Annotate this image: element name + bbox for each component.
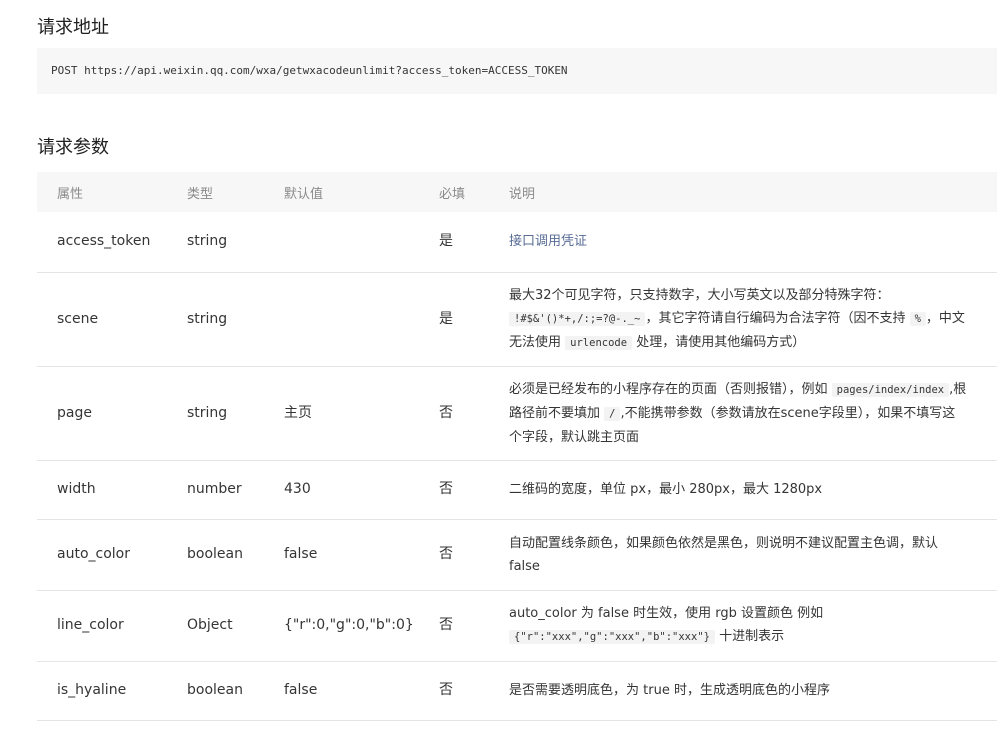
table-row: is_hyaline boolean false 否 是否需要透明底色，为 tr… bbox=[37, 661, 997, 721]
header-attribute: 属性 bbox=[57, 186, 84, 202]
cell-description: 自动配置线条颜色，如果颜色依然是黑色，则说明不建议配置主色调，默认 false bbox=[489, 519, 997, 591]
cell-required: 是 bbox=[419, 212, 489, 273]
header-type: 类型 bbox=[187, 186, 214, 202]
cell-type: string bbox=[167, 212, 264, 273]
cell-description: 最大32个可见字符，只支持数字，大小写英文以及部分特殊字符： !#$&'()*+… bbox=[489, 272, 997, 367]
cell-name: access_token bbox=[37, 212, 167, 273]
table-row: page string 主页 否 必须是已经发布的小程序存在的页面（否则报错），… bbox=[37, 366, 997, 461]
desc-text: 十进制表示 bbox=[719, 629, 785, 644]
header-description: 说明 bbox=[509, 186, 536, 202]
cell-required: 否 bbox=[419, 590, 489, 662]
request-url-code-block: POST https://api.weixin.qq.com/wxa/getwx… bbox=[37, 48, 997, 94]
cell-name: width bbox=[37, 460, 167, 520]
cell-name: line_color bbox=[37, 590, 167, 662]
table-row: access_token string 是 接口调用凭证 bbox=[37, 212, 997, 273]
cell-description: 是否需要透明底色，为 true 时，生成透明底色的小程序 bbox=[489, 661, 997, 721]
table-row: width number 430 否 二维码的宽度，单位 px，最小 280px… bbox=[37, 460, 997, 520]
cell-required: 否 bbox=[419, 519, 489, 591]
desc-text: 必须是已经发布的小程序存在的页面（否则报错），例如 bbox=[509, 381, 828, 397]
desc-text: 最大32个可见字符，只支持数字，大小写英文以及部分特殊字符： bbox=[509, 287, 890, 303]
cell-description: 二维码的宽度，单位 px，最小 280px，最大 1280px bbox=[489, 460, 997, 520]
desc-text: ，其它字符请自行编码为合法字符（因不支持 bbox=[645, 310, 906, 326]
cell-required: 否 bbox=[419, 366, 489, 461]
cell-type: number bbox=[167, 460, 264, 520]
cell-default: {"r":0,"g":0,"b":0} bbox=[264, 590, 419, 662]
inline-code: !#$&'()*+,/:;=?@-._~ bbox=[509, 311, 646, 326]
inline-code: / bbox=[604, 406, 621, 421]
cell-type: Object bbox=[167, 590, 264, 662]
access-token-link[interactable]: 接口调用凭证 bbox=[509, 234, 587, 249]
header-default: 默认值 bbox=[284, 186, 324, 202]
cell-default: false bbox=[264, 519, 419, 591]
cell-name: scene bbox=[37, 272, 167, 367]
desc-text: 处理，请使用其他编码方式） bbox=[636, 334, 806, 350]
cell-default: 主页 bbox=[264, 366, 419, 461]
cell-default: 430 bbox=[264, 460, 419, 520]
cell-default bbox=[264, 212, 419, 273]
cell-type: string bbox=[167, 272, 264, 367]
cell-required: 否 bbox=[419, 661, 489, 721]
desc-text: auto_color 为 false 时生效，使用 rgb 设置颜色 例如 bbox=[509, 606, 824, 621]
table-row: line_color Object {"r":0,"g":0,"b":0} 否 … bbox=[37, 590, 997, 662]
cell-name: page bbox=[37, 366, 167, 461]
section-heading-request-url: 请求地址 bbox=[37, 17, 109, 38]
cell-name: is_hyaline bbox=[37, 661, 167, 721]
cell-required: 是 bbox=[419, 272, 489, 367]
params-table: 属性 类型 默认值 必填 说明 access_token string 是 接口… bbox=[37, 172, 997, 721]
cell-description: 必须是已经发布的小程序存在的页面（否则报错），例如 pages/index/in… bbox=[489, 366, 997, 461]
cell-type: boolean bbox=[167, 661, 264, 721]
table-row: scene string 是 最大32个可见字符，只支持数字，大小写英文以及部分… bbox=[37, 272, 997, 367]
cell-default bbox=[264, 272, 419, 367]
cell-required: 否 bbox=[419, 460, 489, 520]
inline-code: {"r":"xxx","g":"xxx","b":"xxx"} bbox=[509, 630, 715, 644]
cell-type: boolean bbox=[167, 519, 264, 591]
cell-type: string bbox=[167, 366, 264, 461]
inline-code: pages/index/index bbox=[831, 382, 950, 397]
cell-description: auto_color 为 false 时生效，使用 rgb 设置颜色 例如 {"… bbox=[489, 590, 997, 662]
table-row: auto_color boolean false 否 自动配置线条颜色，如果颜色… bbox=[37, 519, 997, 591]
cell-default: false bbox=[264, 661, 419, 721]
inline-code: % bbox=[909, 311, 926, 326]
inline-code: urlencode bbox=[565, 335, 633, 350]
table-header-row: 属性 类型 默认值 必填 说明 bbox=[37, 172, 997, 212]
cell-name: auto_color bbox=[37, 519, 167, 591]
section-heading-request-params: 请求参数 bbox=[37, 137, 109, 158]
header-required: 必填 bbox=[439, 186, 466, 202]
cell-description: 接口调用凭证 bbox=[489, 212, 997, 273]
